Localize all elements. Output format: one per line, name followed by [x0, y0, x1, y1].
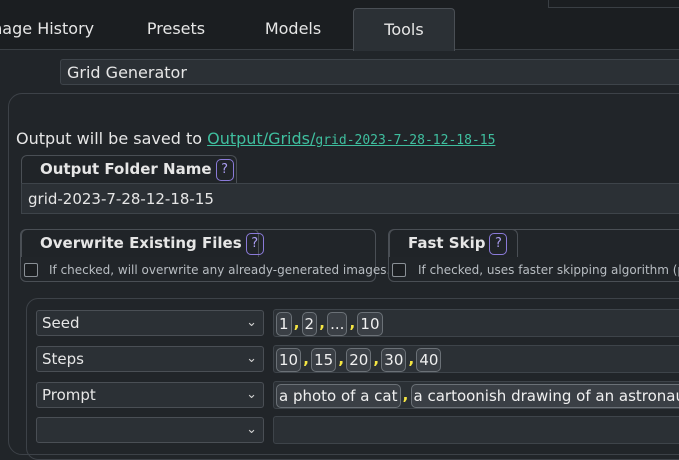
- value-chip[interactable]: 20: [346, 348, 371, 372]
- chevron-down-icon: ⌄: [246, 311, 257, 335]
- output-path-link[interactable]: Output/Grids/grid-2023-7-28-12-18-15: [207, 129, 495, 148]
- help-icon[interactable]: ?: [489, 233, 507, 255]
- axis-values-input[interactable]: [273, 416, 679, 444]
- output-prefix: Output will be saved to: [16, 129, 202, 148]
- axis-values-input[interactable]: a photo of a cat,a cartoonish drawing of…: [273, 381, 679, 409]
- output-path-text: Output will be saved to Output/Grids/gri…: [16, 129, 495, 148]
- separator-comma: ,: [406, 346, 416, 372]
- axis-param-value: Seed: [42, 314, 80, 332]
- fastskip-label-text: Fast Skip: [408, 234, 485, 252]
- help-icon[interactable]: ?: [216, 159, 234, 181]
- fastskip-hint: If checked, uses faster skipping algorit…: [418, 263, 679, 277]
- chevron-down-icon: ⌄: [246, 383, 257, 407]
- chevron-down-icon: ⌄: [246, 418, 257, 442]
- tab-models[interactable]: Models: [243, 8, 343, 49]
- tool-select[interactable]: Grid Generator: [60, 59, 679, 85]
- value-chip[interactable]: 1: [276, 312, 292, 336]
- separator-comma: ,: [292, 310, 302, 336]
- axis-param-value: Prompt: [42, 386, 96, 404]
- separator-comma: ,: [301, 346, 311, 372]
- fastskip-checkbox[interactable]: [392, 263, 406, 277]
- value-chip[interactable]: ...: [327, 312, 347, 336]
- value-chip[interactable]: a cartoonish drawing of an astronaut: [411, 384, 679, 408]
- output-folder-input[interactable]: grid-2023-7-28-12-18-15: [21, 183, 679, 214]
- value-chip[interactable]: 30: [381, 348, 406, 372]
- separator-comma: ,: [401, 382, 411, 408]
- value-chip[interactable]: 10: [357, 312, 382, 336]
- separator-comma: ,: [317, 310, 327, 336]
- tab-presets[interactable]: Presets: [126, 8, 226, 49]
- overwrite-checkbox[interactable]: [24, 263, 38, 277]
- output-name-link: grid-2023-7-28-12-18-15: [315, 133, 495, 148]
- value-chip[interactable]: 2: [302, 312, 318, 336]
- axis-param-value: Steps: [42, 350, 84, 368]
- axis-values-input[interactable]: 10,15,20,30,40: [273, 345, 679, 373]
- axis-param-select[interactable]: ⌄: [36, 417, 264, 443]
- axis-param-select[interactable]: Steps ⌄: [36, 346, 264, 372]
- axis-param-select[interactable]: Prompt ⌄: [36, 382, 264, 408]
- fastskip-label: Fast Skip?: [389, 229, 518, 257]
- separator-comma: ,: [336, 346, 346, 372]
- help-icon[interactable]: ?: [246, 233, 264, 255]
- output-folder-label-text: Output Folder Name: [40, 160, 212, 178]
- value-chip[interactable]: a photo of a cat: [276, 384, 401, 408]
- axis-param-select[interactable]: Seed ⌄: [36, 310, 264, 336]
- value-chip[interactable]: 40: [416, 348, 441, 372]
- tab-image-history[interactable]: Image History: [0, 8, 100, 49]
- output-folder-label: Output Folder Name?: [21, 155, 237, 183]
- overwrite-label: Overwrite Existing Files?: [21, 229, 259, 257]
- value-chip[interactable]: 10: [276, 348, 301, 372]
- tab-tools[interactable]: Tools: [353, 8, 455, 51]
- separator-comma: ,: [347, 310, 357, 336]
- overwrite-hint: If checked, will overwrite any already-g…: [49, 263, 390, 277]
- overwrite-label-text: Overwrite Existing Files: [40, 234, 242, 252]
- output-folder-link: Output/Grids/: [207, 129, 315, 148]
- value-chip[interactable]: 15: [311, 348, 336, 372]
- chevron-down-icon: ⌄: [246, 347, 257, 371]
- top-divider: [548, 0, 679, 8]
- separator-comma: ,: [371, 346, 381, 372]
- axis-values-input[interactable]: 1,2,...,10: [273, 309, 679, 337]
